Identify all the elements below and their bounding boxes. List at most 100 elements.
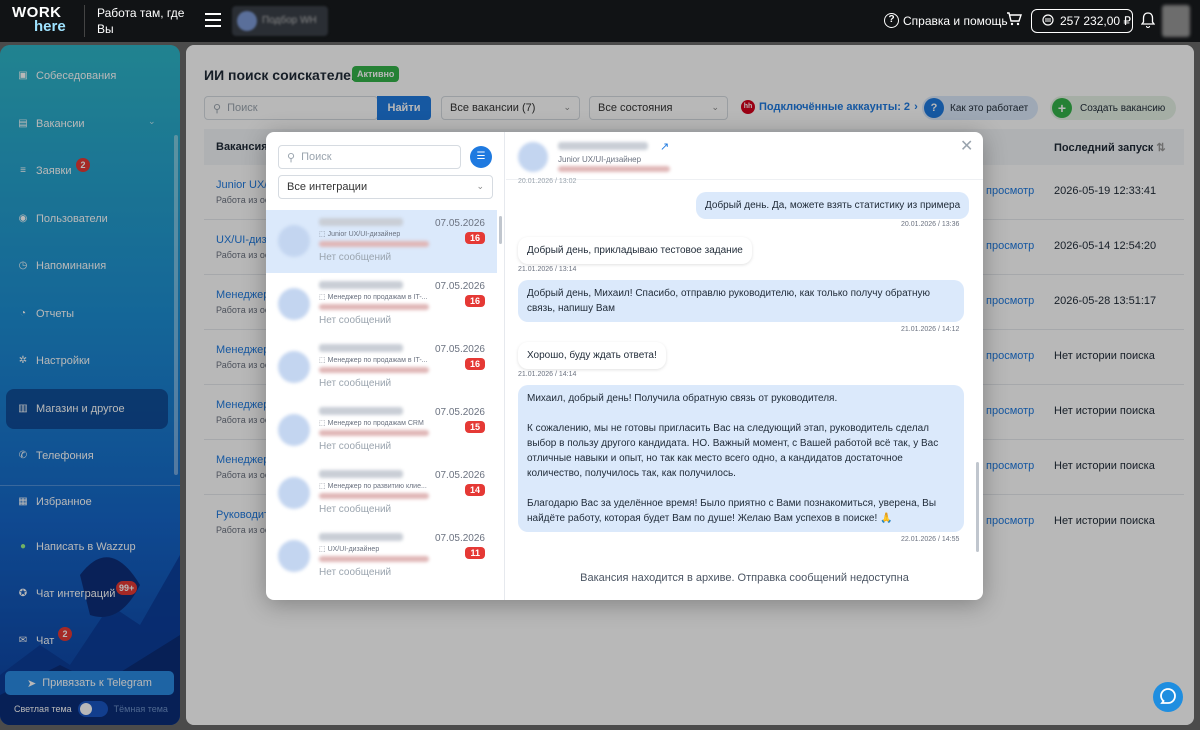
- account-switcher[interactable]: Подбор WH: [232, 6, 328, 36]
- conversation-date: 07.05.2026: [434, 218, 485, 229]
- filter-button[interactable]: ☰: [470, 146, 492, 168]
- conversation-status: Нет сообщений: [319, 252, 392, 263]
- conversation-date: 07.05.2026: [434, 344, 485, 355]
- conversation-position: ⬚ Junior UX/UI-дизайнер: [319, 231, 401, 238]
- conversation-position-text: Junior UX/UI-дизайнер: [327, 231, 401, 238]
- chevron-down-icon: ⌄: [476, 181, 484, 191]
- conversation-item[interactable]: ⬚ UX/UI-дизайнер Нет сообщений 07.05.202…: [266, 525, 497, 588]
- candidate-avatar: [278, 477, 310, 509]
- candidate-name-blurred: [319, 344, 403, 352]
- conversation-date: 07.05.2026: [434, 281, 485, 292]
- integrations-select-value: Все интеграции: [287, 181, 368, 193]
- chat-panel: ↗ Junior UX/UI-дизайнер ✕ 20.01.2026 / 1…: [506, 132, 983, 600]
- message-timestamp: 21.01.2026 / 14:12: [901, 326, 960, 333]
- message-outgoing: Добрый день. Да, можете взять статистику…: [696, 192, 970, 219]
- menu-icon[interactable]: [205, 13, 221, 27]
- conversation-source-blurred: [319, 556, 429, 562]
- candidate-name-blurred: [319, 407, 403, 415]
- help-link[interactable]: ? Справка и помощь: [884, 13, 1008, 28]
- chat-position: Junior UX/UI-дизайнер: [558, 155, 642, 164]
- top-bar: WORK here Работа там, где Вы Подбор WH ?…: [0, 0, 1200, 42]
- chat-scrollbar[interactable]: [976, 462, 979, 552]
- close-icon[interactable]: ✕: [960, 136, 973, 156]
- balance-amount: 257 232,00 ₽: [1060, 14, 1132, 28]
- conversation-item[interactable]: ⬚ Менеджер по продажам в IT-... Нет сооб…: [266, 273, 497, 336]
- filter-icon: ☰: [476, 151, 486, 162]
- conversation-position: ⬚ Менеджер по развитию клие...: [319, 483, 427, 490]
- conversation-list-panel: ⚲ Поиск ☰ Все интеграции ⌄ ⬚ Junior UX/U…: [266, 132, 505, 600]
- message-timestamp: 22.01.2026 / 14:55: [901, 536, 960, 543]
- help-icon: ?: [884, 13, 899, 28]
- conversation-count: 16: [464, 232, 485, 244]
- candidate-name-blurred: [319, 533, 403, 541]
- user-avatar[interactable]: [1162, 5, 1190, 37]
- message-timestamp: 20.01.2026 / 13:02: [518, 178, 577, 185]
- candidate-avatar: [278, 351, 310, 383]
- conversation-status: Нет сообщений: [319, 315, 392, 326]
- conversation-position: ⬚ UX/UI-дизайнер: [319, 546, 380, 553]
- conversation-source-blurred: [319, 367, 429, 373]
- support-chat-icon: [1160, 688, 1176, 704]
- candidate-avatar: [278, 288, 310, 320]
- conversation-date: 07.05.2026: [434, 407, 485, 418]
- conversation-search-input[interactable]: ⚲ Поиск: [278, 145, 461, 169]
- conversation-item[interactable]: ⬚ Менеджер по развитию клие... Нет сообщ…: [266, 462, 497, 525]
- conversation-position-text: UX/UI-дизайнер: [327, 546, 380, 553]
- support-chat-button[interactable]: [1153, 682, 1183, 712]
- conversation-count: 14: [464, 484, 485, 496]
- conversation-position: ⬚ Менеджер по продажам в IT-...: [319, 294, 428, 301]
- candidate-avatar: [278, 414, 310, 446]
- cart-icon[interactable]: [1006, 11, 1022, 30]
- wallet-icon: [1042, 13, 1054, 29]
- candidate-name-blurred: [319, 470, 403, 478]
- conversation-status: Нет сообщений: [319, 504, 392, 515]
- conversation-position: ⬚ Менеджер по продажам в IT-...: [319, 357, 428, 364]
- conversation-position-text: Менеджер по продажам CRM: [327, 420, 424, 427]
- candidate-avatar: [518, 142, 548, 172]
- conversation-source-blurred: [319, 241, 429, 247]
- message-outgoing: Добрый день, Михаил! Спасибо, отправлю р…: [518, 280, 964, 322]
- logo[interactable]: WORK here: [12, 5, 66, 34]
- conversation-position-text: Менеджер по развитию клие...: [327, 483, 427, 490]
- conversation-item[interactable]: ⬚ Junior UX/UI-дизайнер Нет сообщений 07…: [266, 210, 497, 273]
- candidate-name-blurred: [319, 218, 403, 226]
- chat-source-blurred: [558, 166, 670, 172]
- conversation-position: ⬚ Менеджер по продажам CRM: [319, 420, 424, 427]
- conversation-item[interactable]: ⬚ Менеджер по продажам в IT-... Нет сооб…: [266, 336, 497, 399]
- candidate-avatar: [278, 225, 310, 257]
- conversation-source-blurred: [319, 430, 429, 436]
- sidebar-overlay: [0, 45, 180, 725]
- conversation-date: 07.05.2026: [434, 470, 485, 481]
- account-name: Подбор WH: [262, 15, 317, 26]
- conversation-item[interactable]: ⬚ Менеджер по продажам CRM Нет сообщений…: [266, 399, 497, 462]
- message-outgoing: Михаил, добрый день! Получила обратную с…: [518, 385, 964, 532]
- bell-icon[interactable]: [1140, 12, 1156, 31]
- candidate-name-blurred: [319, 281, 403, 289]
- conversation-search-placeholder: Поиск: [301, 151, 332, 163]
- slogan: Работа там, где Вы: [84, 5, 194, 37]
- conversation-position-text: Менеджер по продажам в IT-...: [327, 294, 428, 301]
- account-avatar: [237, 11, 257, 31]
- balance-button[interactable]: 257 232,00 ₽: [1031, 9, 1133, 33]
- chat-header: ↗ Junior UX/UI-дизайнер ✕: [506, 132, 983, 180]
- archive-notice: Вакансия находится в архиве. Отправка со…: [580, 572, 909, 584]
- chat-modal: ⚲ Поиск ☰ Все интеграции ⌄ ⬚ Junior UX/U…: [266, 132, 983, 600]
- conversation-date: 07.05.2026: [434, 533, 485, 544]
- conversation-status: Нет сообщений: [319, 378, 392, 389]
- sidebar: ▣ Собеседования ▤ Вакансии ⌄ ≡ Заявки 2 …: [0, 45, 180, 725]
- message-timestamp: 20.01.2026 / 13:36: [901, 221, 960, 228]
- message-timestamp: 21.01.2026 / 14:14: [518, 371, 577, 378]
- integrations-select[interactable]: Все интеграции ⌄: [278, 175, 493, 199]
- message-incoming: Хорошо, буду ждать ответа!: [518, 342, 666, 369]
- message-incoming: Добрый день, прикладываю тестовое задани…: [518, 237, 752, 264]
- conversation-position-text: Менеджер по продажам в IT-...: [327, 357, 428, 364]
- conversation-source-blurred: [319, 304, 429, 310]
- message-timestamp: 21.01.2026 / 13:14: [518, 266, 577, 273]
- conversation-count: 15: [464, 421, 485, 433]
- conversation-count: 16: [464, 295, 485, 307]
- conversation-count: 16: [464, 358, 485, 370]
- conversation-count: 11: [465, 547, 485, 559]
- conversation-source-blurred: [319, 493, 429, 499]
- external-link-icon[interactable]: ↗: [660, 140, 669, 153]
- conversation-list-scrollbar[interactable]: [499, 216, 502, 244]
